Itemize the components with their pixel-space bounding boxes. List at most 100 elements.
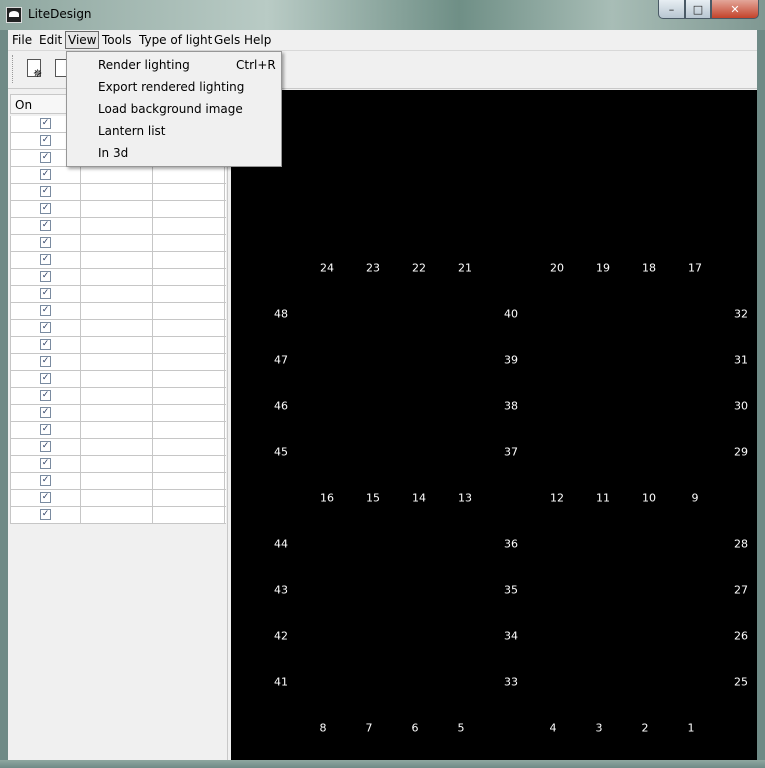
table-row[interactable]: ✓ [10,269,226,286]
table-cell[interactable] [81,167,153,183]
table-cell[interactable] [153,252,225,268]
lantern-number[interactable]: 42 [274,630,288,643]
lantern-number[interactable]: 44 [274,538,288,551]
menu-edit[interactable]: Edit [37,32,64,48]
lantern-number[interactable]: 15 [366,492,380,505]
table-cell[interactable]: ✓ [10,235,81,251]
lantern-number[interactable]: 11 [596,492,610,505]
table-row[interactable]: ✓ [10,286,226,303]
table-cell[interactable] [153,456,225,472]
minimize-button[interactable]: – [658,0,685,19]
table-cell[interactable] [153,303,225,319]
on-checkbox[interactable]: ✓ [40,152,51,163]
table-cell[interactable] [81,456,153,472]
table-cell[interactable] [153,184,225,200]
table-cell[interactable]: ✓ [10,405,81,421]
lantern-number[interactable]: 18 [642,262,656,275]
lantern-number[interactable]: 25 [734,676,748,689]
lantern-number[interactable]: 20 [550,262,564,275]
menu-type-of-light[interactable]: Type of light [137,32,214,48]
table-cell[interactable]: ✓ [10,439,81,455]
menu-lantern-list[interactable]: Lantern list [67,120,279,142]
table-cell[interactable] [81,439,153,455]
lantern-number[interactable]: 27 [734,584,748,597]
table-row[interactable]: ✓ [10,456,226,473]
table-cell[interactable] [81,337,153,353]
table-row[interactable]: ✓ [10,490,226,507]
on-checkbox[interactable]: ✓ [40,509,51,520]
lantern-number[interactable]: 19 [596,262,610,275]
on-checkbox[interactable]: ✓ [40,356,51,367]
lantern-number[interactable]: 46 [274,400,288,413]
table-row[interactable]: ✓ [10,354,226,371]
menu-tools[interactable]: Tools [100,32,134,48]
lantern-number[interactable]: 45 [274,446,288,459]
lantern-number[interactable]: 41 [274,676,288,689]
table-row[interactable]: ✓ [10,405,226,422]
table-row[interactable]: ✓ [10,235,226,252]
table-cell[interactable] [153,201,225,217]
table-cell[interactable] [81,371,153,387]
on-checkbox[interactable]: ✓ [40,237,51,248]
table-cell[interactable]: ✓ [10,371,81,387]
table-cell[interactable] [81,490,153,506]
lantern-number[interactable]: 36 [504,538,518,551]
lantern-number[interactable]: 3 [596,722,603,735]
menu-gels[interactable]: Gels [212,32,242,48]
table-cell[interactable]: ✓ [10,320,81,336]
table-cell[interactable] [153,507,225,523]
table-row[interactable]: ✓ [10,252,226,269]
table-cell[interactable] [153,473,225,489]
table-cell[interactable]: ✓ [10,167,81,183]
lantern-number[interactable]: 43 [274,584,288,597]
menu-help[interactable]: Help [242,32,273,48]
table-cell[interactable]: ✓ [10,354,81,370]
table-row[interactable]: ✓ [10,167,226,184]
menu-view[interactable]: View [65,31,100,49]
table-cell[interactable] [81,286,153,302]
lantern-number[interactable]: 32 [734,308,748,321]
table-cell[interactable] [153,439,225,455]
on-checkbox[interactable]: ✓ [40,203,51,214]
table-row[interactable]: ✓ [10,337,226,354]
lantern-number[interactable]: 28 [734,538,748,551]
table-cell[interactable] [81,320,153,336]
lantern-number[interactable]: 48 [274,308,288,321]
on-checkbox[interactable]: ✓ [40,220,51,231]
lantern-number[interactable]: 1 [688,722,695,735]
table-cell[interactable] [153,490,225,506]
lantern-number[interactable]: 10 [642,492,656,505]
table-cell[interactable] [81,235,153,251]
table-row[interactable]: ✓ [10,422,226,439]
on-checkbox[interactable]: ✓ [40,424,51,435]
lantern-number[interactable]: 37 [504,446,518,459]
table-cell[interactable] [81,354,153,370]
lighting-canvas[interactable]: 24 23 22 21 20 19 18 17 48 40 32 47 39 31 46 38 30 45 37 29… [231,90,757,760]
lantern-number[interactable]: 40 [504,308,518,321]
lantern-number[interactable]: 29 [734,446,748,459]
toolbar-grip[interactable] [12,55,16,83]
lantern-number[interactable]: 5 [458,722,465,735]
table-row[interactable]: ✓ [10,320,226,337]
on-checkbox[interactable]: ✓ [40,475,51,486]
table-row[interactable]: ✓ [10,388,226,405]
table-cell[interactable]: ✓ [10,269,81,285]
on-checkbox[interactable]: ✓ [40,458,51,469]
table-row[interactable]: ✓ [10,507,226,524]
menu-in-3d[interactable]: In 3d [67,142,279,164]
table-cell[interactable] [81,201,153,217]
on-checkbox[interactable]: ✓ [40,254,51,265]
table-cell[interactable]: ✓ [10,201,81,217]
table-cell[interactable]: ✓ [10,218,81,234]
table-cell[interactable] [153,235,225,251]
lantern-number[interactable]: 17 [688,262,702,275]
table-cell[interactable] [81,303,153,319]
table-cell[interactable] [81,184,153,200]
table-cell[interactable] [153,388,225,404]
lantern-number[interactable]: 39 [504,354,518,367]
table-cell[interactable]: ✓ [10,490,81,506]
menu-load-background-image[interactable]: Load background image [67,98,279,120]
table-cell[interactable] [153,405,225,421]
on-checkbox[interactable]: ✓ [40,339,51,350]
table-cell[interactable] [153,371,225,387]
